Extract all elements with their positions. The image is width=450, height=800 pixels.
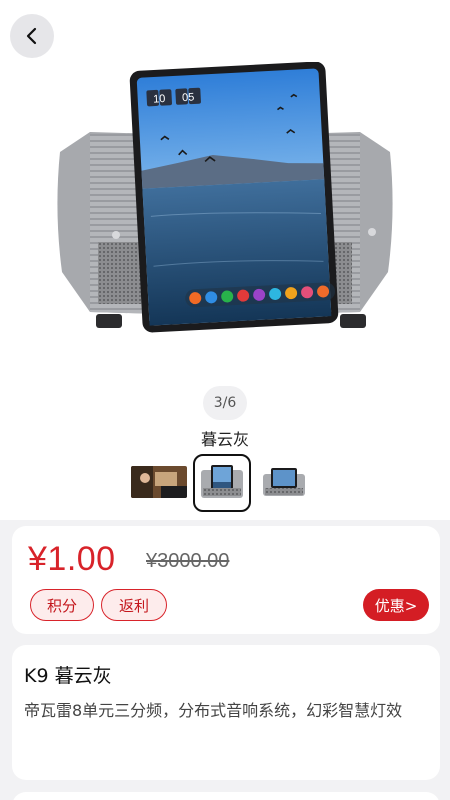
thumbnail-speaker[interactable] xyxy=(261,466,307,500)
product-title: K9 暮云灰 xyxy=(24,665,112,687)
thumbnail-speaker-selected[interactable] xyxy=(193,454,251,512)
current-price: ¥1.00 xyxy=(28,540,116,578)
points-tag[interactable]: 积分 xyxy=(30,589,94,621)
back-button[interactable] xyxy=(10,14,54,58)
promotion-button[interactable]: 优惠> xyxy=(363,589,429,621)
original-price: ¥3000.00 xyxy=(146,550,230,572)
product-gallery[interactable]: 10 05 3/6 暮云灰 xyxy=(0,0,450,520)
product-image: 10 05 xyxy=(57,62,393,333)
thumbnail-scene[interactable] xyxy=(131,466,187,498)
next-section-card xyxy=(12,792,440,800)
clock-hours: 10 xyxy=(153,93,166,106)
clock-minutes: 05 xyxy=(182,91,195,104)
product-description: 帝瓦雷8单元三分频，分布式音响系统，幻彩智慧灯效 xyxy=(24,701,403,720)
price-card: ¥1.00 ¥3000.00 积分 返利 优惠> xyxy=(12,526,440,634)
selected-color-name: 暮云灰 xyxy=(200,430,249,449)
chevron-left-icon xyxy=(26,27,37,45)
product-info-card: K9 暮云灰 帝瓦雷8单元三分频，分布式音响系统，幻彩智慧灯效 xyxy=(12,645,440,780)
rebate-tag[interactable]: 返利 xyxy=(101,589,167,621)
image-pager: 3/6 xyxy=(203,386,247,420)
